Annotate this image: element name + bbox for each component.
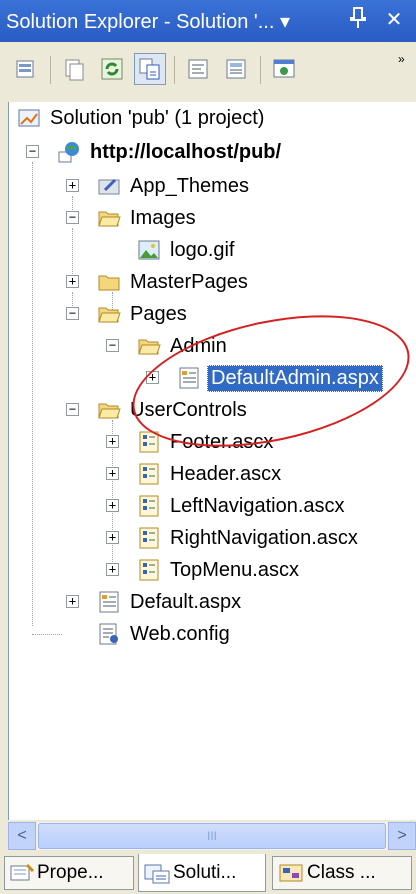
ascx-control-icon [139,463,159,485]
tab-class-view[interactable]: Class ... [272,856,412,890]
tree-node-images[interactable]: Images [97,202,199,234]
pin-button[interactable] [344,6,372,34]
expand-toggle[interactable]: + [106,531,119,544]
collapse-toggle[interactable]: − [26,145,39,158]
expand-toggle[interactable]: + [106,499,119,512]
aspx-page-icon [99,591,119,613]
image-file-icon [138,240,160,260]
tree-node-footer-ascx[interactable]: Footer.ascx [137,426,276,458]
view-designer-icon [226,59,246,79]
window-title: Solution Explorer - Solution '... ▾ [6,11,290,33]
refresh-icon [101,58,123,80]
nest-related-files-icon [139,58,160,80]
tab-properties[interactable]: Prope... [4,856,134,890]
tree-node-header-ascx[interactable]: Header.ascx [137,458,284,490]
expand-toggle[interactable]: + [106,467,119,480]
tree-node-leftnavigation-ascx[interactable]: LeftNavigation.ascx [137,490,348,522]
toolbar-overflow-button[interactable]: » [398,53,412,84]
properties-tab-icon [10,863,35,881]
collapse-toggle[interactable]: − [66,403,79,416]
bottom-tab-strip: Prope... Soluti... Class ... [0,852,416,894]
solution-tree[interactable]: Solution 'pub' (1 project) − http://loca… [8,102,416,820]
expand-toggle[interactable]: + [66,179,79,192]
show-all-files-icon [65,59,84,81]
tree-node-pages[interactable]: Pages [97,298,190,330]
ascx-control-icon [139,495,159,517]
tree-node-default-aspx[interactable]: Default.aspx [97,586,244,618]
website-globe-icon [58,142,79,163]
themes-folder-icon [98,178,120,195]
tree-node-app-themes[interactable]: App_Themes [97,170,252,202]
collapse-toggle[interactable]: − [66,307,79,320]
expand-toggle[interactable]: + [146,371,159,384]
tree-node-usercontrols[interactable]: UserControls [97,394,250,426]
tab-solution-explorer[interactable]: Soluti... [138,854,266,892]
aspx-page-icon [179,367,199,389]
horizontal-scrollbar[interactable]: < III > [8,822,416,850]
view-code-icon [188,59,208,79]
class-view-tab-icon [279,864,303,882]
expand-toggle[interactable]: + [66,595,79,608]
expand-toggle[interactable]: + [106,435,119,448]
copy-website-icon [273,59,295,78]
nest-related-files-button[interactable] [134,53,166,85]
show-all-files-button[interactable] [58,53,90,85]
expand-toggle[interactable]: + [106,563,119,576]
folder-open-icon [98,307,121,323]
tree-node-solution[interactable]: Solution 'pub' (1 project) [17,102,267,134]
ascx-control-icon [139,559,159,581]
view-designer-button[interactable] [220,53,252,85]
tree-node-logo-gif[interactable]: logo.gif [137,234,238,266]
toolbar: » [0,42,416,100]
scroll-right-button[interactable]: > [388,822,416,850]
collapse-toggle[interactable]: − [66,211,79,224]
tree-node-website[interactable]: http://localhost/pub/ [57,136,284,168]
scroll-left-button[interactable]: < [8,822,36,850]
properties-button[interactable] [10,53,42,85]
folder-icon [98,275,120,291]
ascx-control-icon [139,431,159,453]
expand-toggle[interactable]: + [66,275,79,288]
solution-icon [18,109,40,127]
tree-node-admin[interactable]: Admin [137,330,230,362]
folder-open-icon [98,403,121,419]
scroll-thumb[interactable]: III [38,823,386,849]
tree-node-rightnavigation-ascx[interactable]: RightNavigation.ascx [137,522,361,554]
tree-node-defaultadmin-aspx[interactable]: DefaultAdmin.aspx [177,362,383,394]
solution-explorer-tab-icon [144,864,170,883]
refresh-button[interactable] [96,53,128,85]
collapse-toggle[interactable]: − [106,339,119,352]
tree-node-masterpages[interactable]: MasterPages [97,266,251,298]
tree-node-topmenu-ascx[interactable]: TopMenu.ascx [137,554,302,586]
view-code-button[interactable] [182,53,214,85]
properties-icon [16,60,34,78]
title-bar: Solution Explorer - Solution '... ▾ ✕ [0,0,416,42]
close-button[interactable]: ✕ [380,6,408,34]
folder-open-icon [138,339,161,355]
pin-icon [350,7,366,28]
config-file-icon [99,623,118,645]
ascx-control-icon [139,527,159,549]
copy-website-button[interactable] [268,53,300,85]
folder-open-icon [98,211,121,227]
tree-node-web-config[interactable]: Web.config [97,618,233,650]
